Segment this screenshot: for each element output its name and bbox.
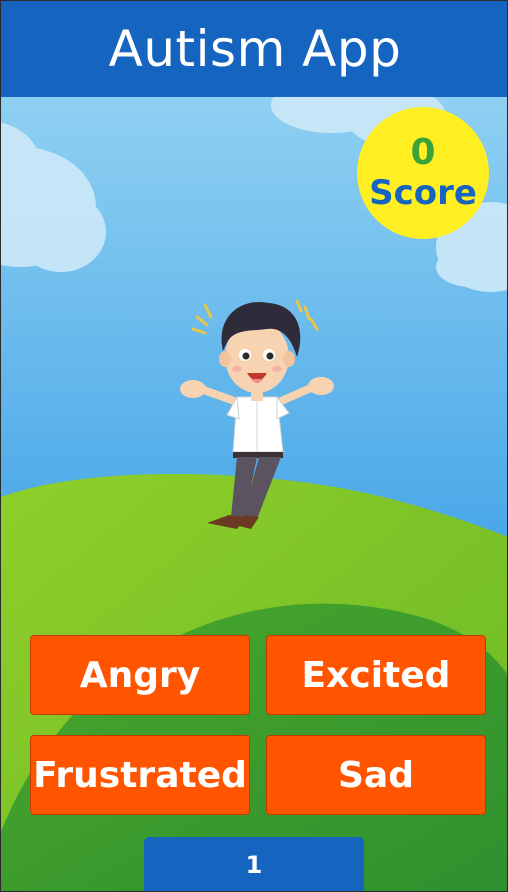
answer-button-sad[interactable]: Sad: [266, 735, 486, 815]
app-header: Autism App: [1, 1, 507, 97]
question-number: 1: [245, 851, 263, 879]
app-title: Autism App: [108, 20, 402, 78]
question-number-indicator: 1: [144, 837, 364, 891]
score-label: Score: [369, 173, 477, 213]
answer-button-excited[interactable]: Excited: [266, 635, 486, 715]
score-value: 0: [410, 132, 436, 173]
answer-button-frustrated[interactable]: Frustrated: [30, 735, 250, 815]
answer-button-angry[interactable]: Angry: [30, 635, 250, 715]
app-screen: Autism App 0 Score Angry Excited Frustra…: [0, 0, 508, 892]
score-badge: 0 Score: [357, 107, 489, 239]
